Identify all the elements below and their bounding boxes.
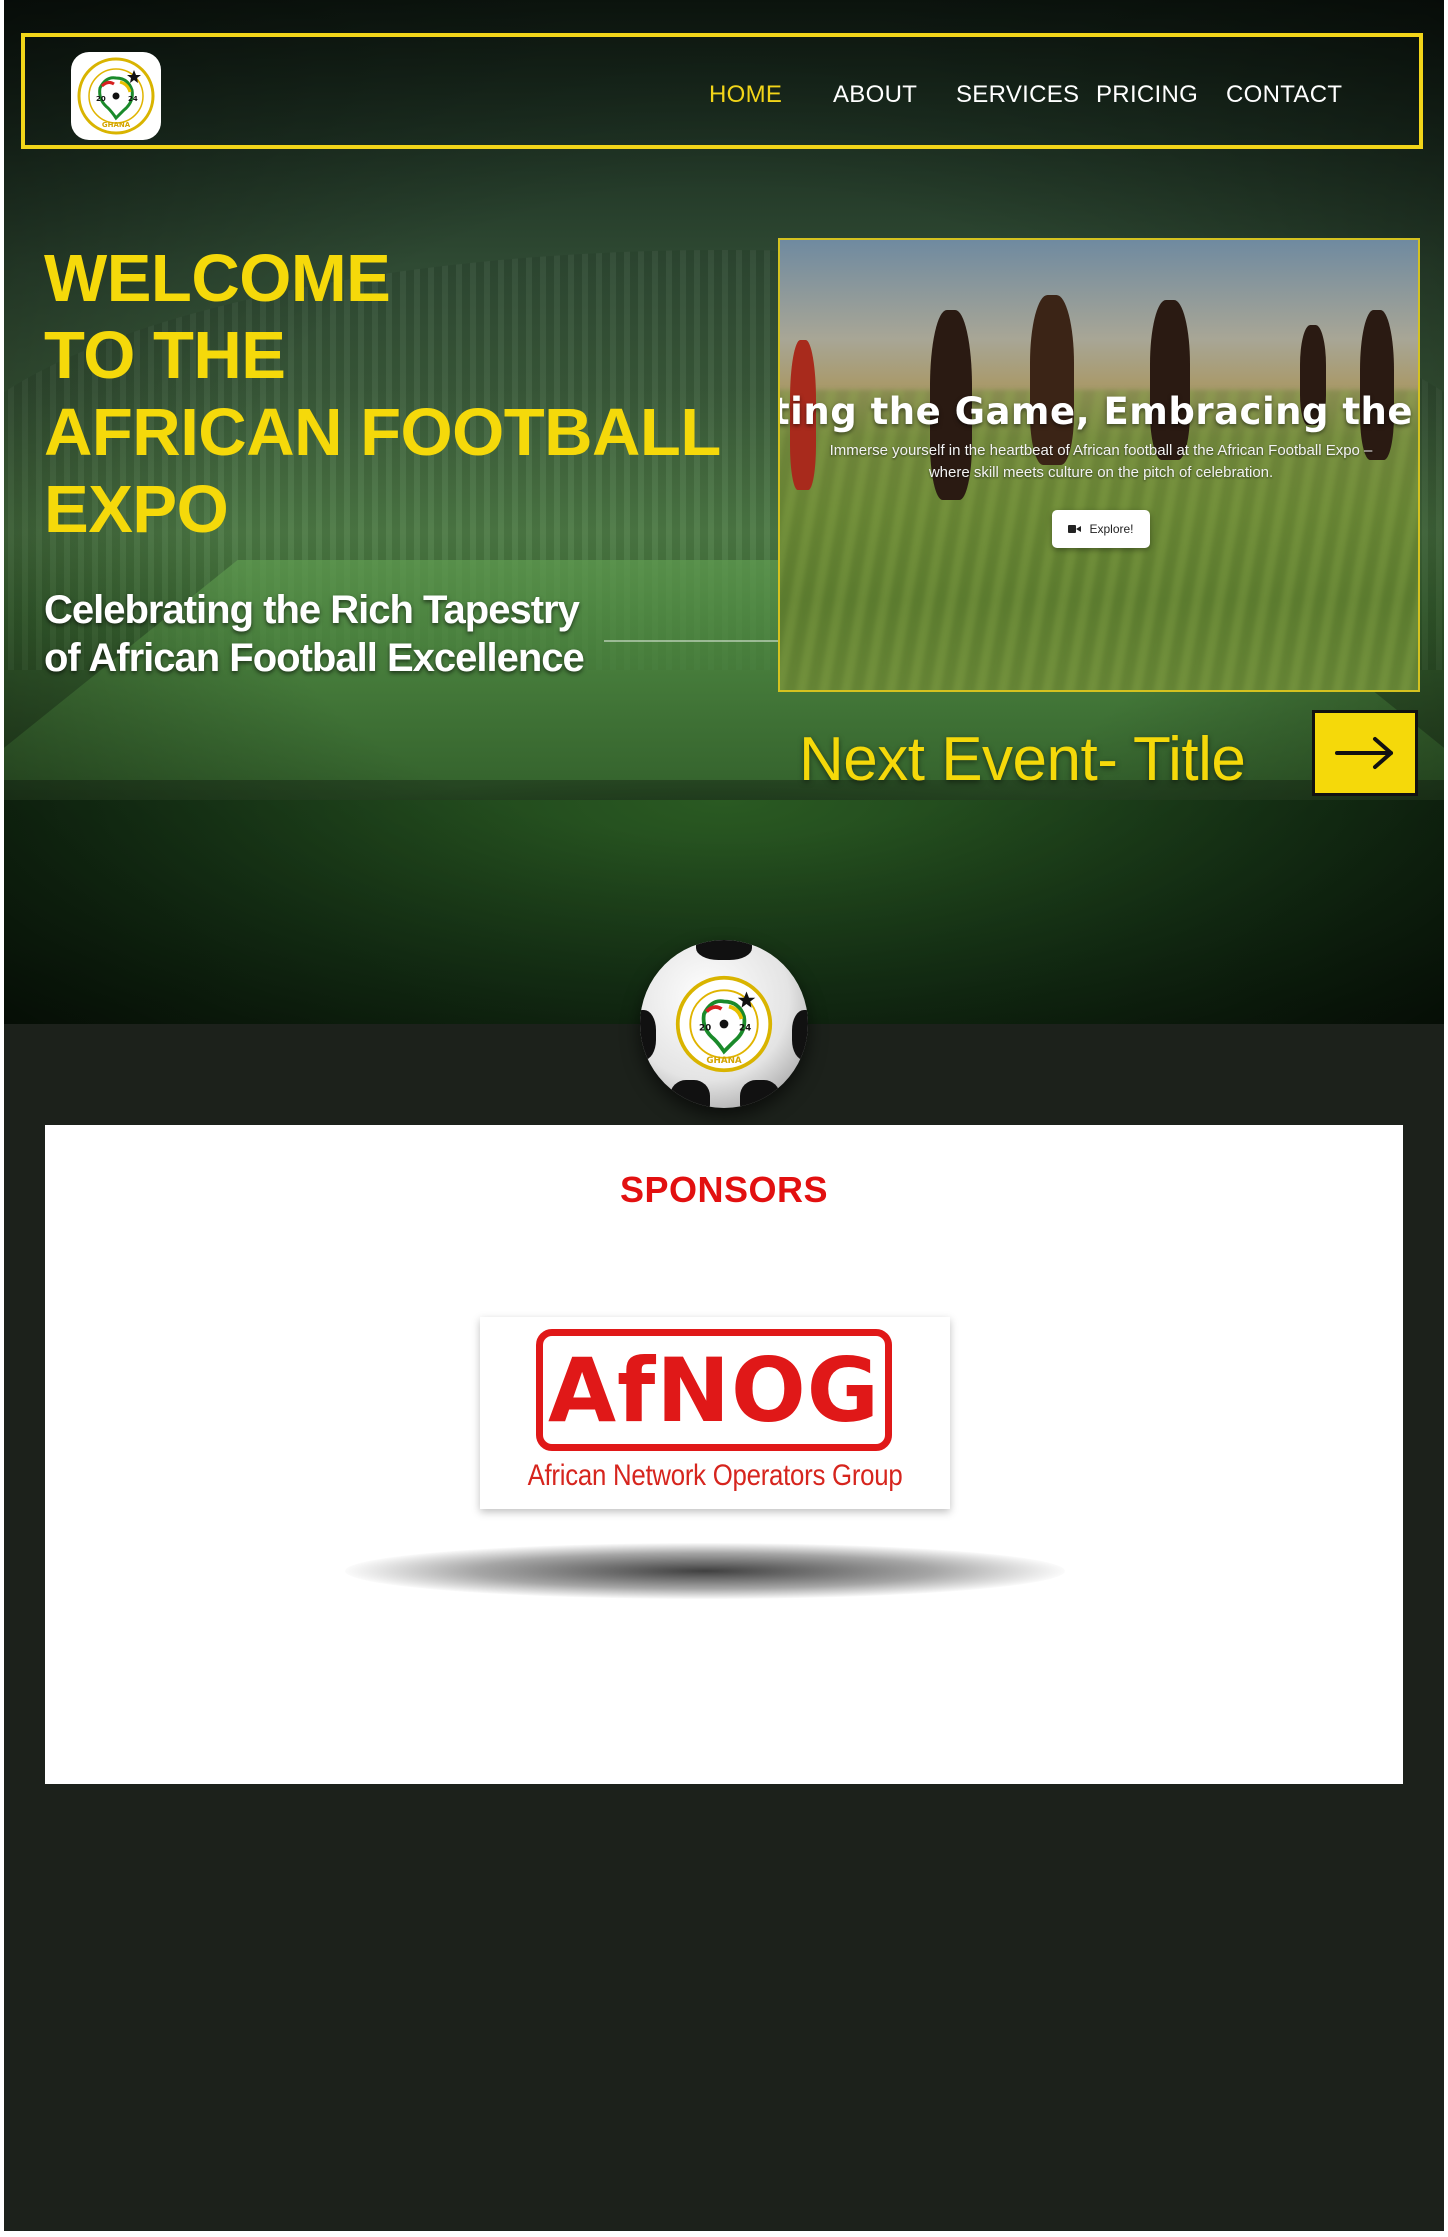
nav-contact-link[interactable]: CONTACT bbox=[1226, 81, 1342, 109]
logo-year-right: 24 bbox=[128, 95, 138, 103]
nav-services-link[interactable]: SERVICES bbox=[956, 81, 1079, 109]
ball-patch bbox=[670, 1080, 710, 1108]
video-description-line: where skill meets culture on the pitch o… bbox=[928, 464, 1274, 481]
logo-country: GHANA bbox=[706, 1056, 742, 1066]
hero-title-line: WELCOME bbox=[44, 241, 391, 316]
afe-logo-icon: 20 24 GHANA bbox=[675, 975, 773, 1073]
sponsor-card-shadow bbox=[345, 1543, 1065, 1599]
ball-patch bbox=[740, 1080, 780, 1108]
video-description-line: Immerse yourself in the heartbeat of Afr… bbox=[829, 442, 1373, 459]
hero-subtitle-line: of African Football Excellence bbox=[44, 636, 585, 680]
football-logo-emblem: 20 24 GHANA bbox=[640, 940, 808, 1108]
hero-title-line: EXPO bbox=[44, 472, 229, 547]
hero-title-line: TO THE bbox=[44, 318, 286, 393]
hero-subtitle-line: Celebrating the Rich Tapestry bbox=[44, 588, 580, 632]
afnog-logo-wordmark: AfNOG bbox=[536, 1329, 892, 1451]
afe-logo-icon: 20 24 GHANA bbox=[77, 57, 155, 135]
nav-home-link[interactable]: HOME bbox=[709, 81, 782, 109]
next-event-title: Next Event- Title bbox=[799, 725, 1246, 794]
next-event-arrow-button[interactable] bbox=[1312, 710, 1418, 796]
video-player-figure bbox=[1150, 300, 1190, 460]
ball-patch bbox=[792, 1010, 808, 1060]
hero-video-card[interactable]: ting the Game, Embracing the Cu Immerse … bbox=[778, 238, 1420, 692]
arrow-right-icon bbox=[1335, 737, 1393, 769]
video-player-figure bbox=[1360, 310, 1394, 460]
ball-patch bbox=[696, 940, 752, 960]
navbar: 20 24 GHANA HOME ABOUT SERVICES PRICING … bbox=[21, 33, 1423, 149]
logo-year-left: 20 bbox=[96, 95, 106, 103]
logo-year-left: 20 bbox=[699, 1023, 711, 1033]
sponsors-section: SPONSORS AfNOG African Network Operators… bbox=[45, 1125, 1403, 1784]
site-logo[interactable]: 20 24 GHANA bbox=[71, 52, 161, 140]
video-camera-icon bbox=[1068, 524, 1082, 534]
afnog-logo-subtitle: African Network Operators Group bbox=[527, 1459, 903, 1492]
logo-year-right: 24 bbox=[739, 1023, 751, 1033]
explore-button[interactable]: Explore! bbox=[1052, 510, 1150, 548]
explore-button-label: Explore! bbox=[1089, 522, 1134, 536]
sponsors-title: SPONSORS bbox=[619, 1169, 829, 1210]
logo-country: GHANA bbox=[102, 121, 131, 129]
page: 20 24 GHANA HOME ABOUT SERVICES PRICING … bbox=[4, 0, 1444, 2231]
video-heading: ting the Game, Embracing the Cu bbox=[778, 390, 1420, 433]
nav-pricing-link[interactable]: PRICING bbox=[1096, 81, 1198, 109]
hero-title-line: AFRICAN FOOTBALL bbox=[44, 395, 721, 470]
ball-patch bbox=[640, 1010, 656, 1060]
hero-title: WELCOME TO THE AFRICAN FOOTBALL EXPO bbox=[44, 240, 724, 548]
sponsor-card-afnog[interactable]: AfNOG African Network Operators Group bbox=[480, 1317, 950, 1509]
hero-section: 20 24 GHANA HOME ABOUT SERVICES PRICING … bbox=[4, 0, 1444, 1024]
nav-about-link[interactable]: ABOUT bbox=[833, 81, 917, 109]
hero-subtitle: Celebrating the Rich Tapestry of African… bbox=[44, 586, 684, 682]
video-description: Immerse yourself in the heartbeat of Afr… bbox=[800, 440, 1402, 484]
